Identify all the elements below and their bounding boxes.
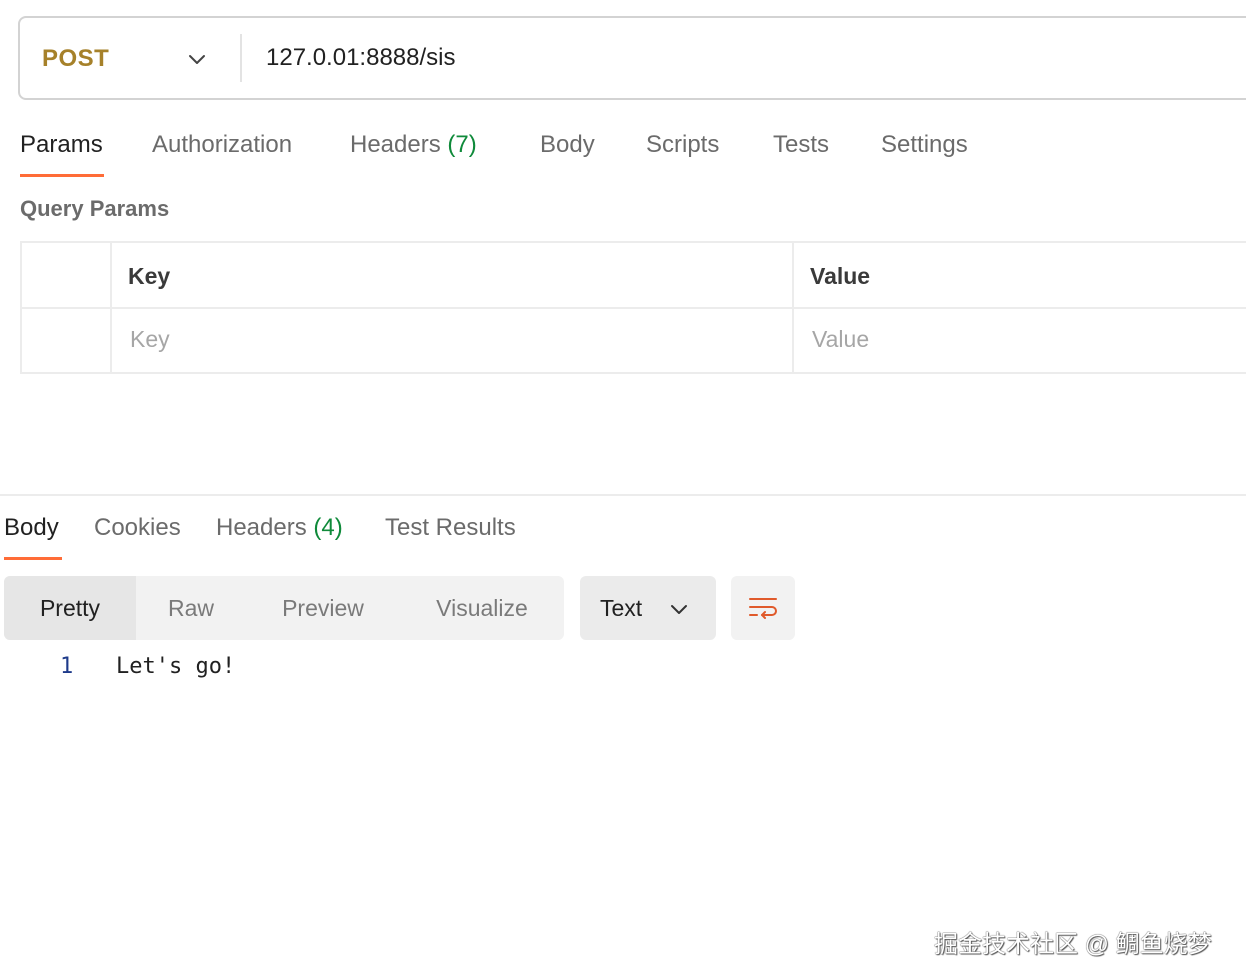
- active-tab-indicator: [20, 174, 104, 177]
- tab-settings[interactable]: Settings: [881, 131, 968, 159]
- watermark: 掘金技术社区 @ 鲷鱼烧梦: [934, 931, 1212, 958]
- word-wrap-icon: [749, 598, 777, 619]
- format-pretty[interactable]: Pretty: [4, 576, 136, 640]
- word-wrap-button[interactable]: [731, 576, 795, 640]
- line-number: 1: [60, 654, 74, 679]
- tab-scripts[interactable]: Scripts: [646, 131, 719, 159]
- column-header-key: Key: [128, 263, 171, 289]
- format-raw[interactable]: Raw: [136, 576, 246, 640]
- query-params-table: Key Value Key Value: [20, 241, 1246, 374]
- format-visualize[interactable]: Visualize: [400, 576, 564, 640]
- method-select[interactable]: POST: [42, 45, 109, 73]
- code-line: Let's go!: [116, 654, 236, 679]
- response-tab-test-results[interactable]: Test Results: [385, 514, 516, 542]
- response-tab-headers-label: Headers: [216, 514, 307, 541]
- tab-body[interactable]: Body: [540, 131, 595, 159]
- chevron-down-icon: [671, 605, 687, 614]
- response-tab-cookies[interactable]: Cookies: [94, 514, 181, 542]
- tab-tests[interactable]: Tests: [773, 131, 829, 159]
- tab-params[interactable]: Params: [20, 131, 103, 159]
- key-input[interactable]: Key: [130, 326, 170, 353]
- format-selector: Pretty Raw Preview Visualize: [4, 576, 564, 640]
- content-type-select[interactable]: Text: [580, 576, 716, 640]
- tab-authorization[interactable]: Authorization: [152, 131, 292, 159]
- content-type-label: Text: [600, 595, 643, 621]
- column-header-value: Value: [810, 263, 871, 289]
- table-divider: [110, 243, 112, 372]
- tab-headers-label: Headers: [350, 131, 441, 158]
- table-divider: [22, 307, 1246, 309]
- response-tab-headers-count: (4): [313, 514, 343, 541]
- response-pane-divider[interactable]: [0, 494, 1246, 496]
- tab-headers[interactable]: Headers (7): [350, 131, 477, 159]
- response-tab-headers[interactable]: Headers (4): [216, 514, 343, 542]
- response-active-tab-indicator: [4, 557, 62, 560]
- url-divider: [240, 34, 242, 82]
- table-divider: [792, 243, 794, 372]
- response-tab-body[interactable]: Body: [4, 514, 59, 542]
- value-input[interactable]: Value: [812, 326, 869, 353]
- url-input[interactable]: 127.0.01:8888/sis: [266, 44, 455, 72]
- chevron-down-icon[interactable]: [186, 48, 208, 70]
- tab-headers-count: (7): [447, 131, 477, 158]
- url-bar: POST 127.0.01:8888/sis: [18, 16, 1246, 100]
- format-preview[interactable]: Preview: [246, 576, 400, 640]
- section-title: Query Params: [20, 196, 170, 221]
